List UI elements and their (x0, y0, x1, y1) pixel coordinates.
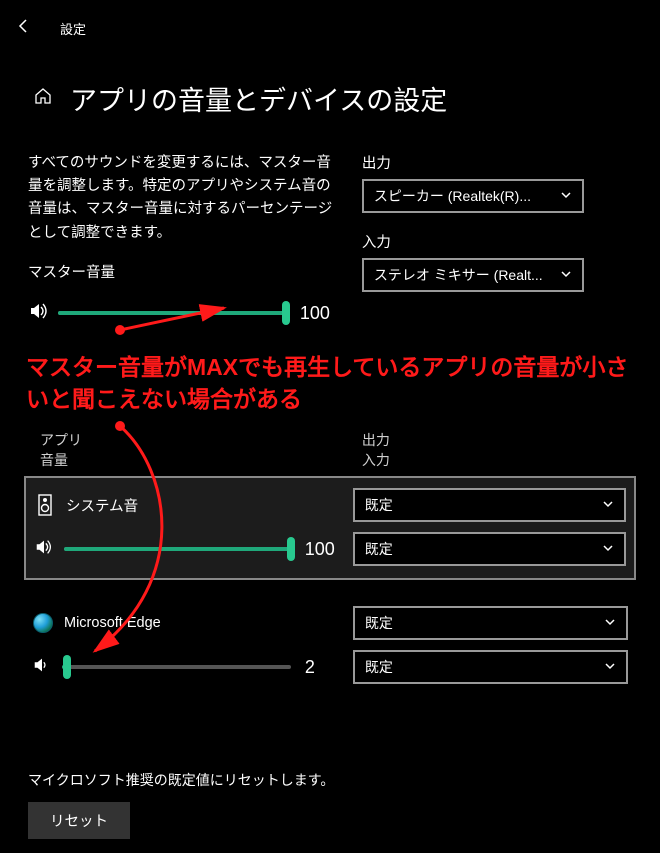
app-input-select[interactable]: 既定 (353, 532, 626, 566)
app-volume-slider[interactable] (62, 665, 291, 669)
app-output-select[interactable]: 既定 (353, 606, 628, 640)
header-title: 設定 (60, 19, 86, 38)
edge-icon (33, 613, 53, 633)
mixer-column-volume: 音量 (40, 451, 362, 471)
chevron-down-icon (560, 189, 572, 204)
app-name: Microsoft Edge (64, 615, 161, 631)
annotation-text: マスター音量がMAXでも再生しているアプリの音量が小さいと聞こえない場合がある (0, 327, 660, 421)
app-input-select[interactable]: 既定 (353, 650, 628, 684)
app-input-selected: 既定 (365, 657, 596, 677)
input-label: 入力 (362, 231, 636, 252)
input-device-selected: ステレオ ミキサー (Realt... (374, 265, 552, 285)
app-output-selected: 既定 (365, 613, 596, 633)
mixer-column-app: アプリ (40, 431, 362, 451)
mixer-column-output: 出力 (362, 431, 636, 451)
input-device-select[interactable]: ステレオ ミキサー (Realt... (362, 258, 584, 292)
app-row: システム音既定100既定 (24, 476, 636, 580)
reset-button[interactable]: リセット (28, 802, 130, 839)
output-device-selected: スピーカー (Realtek(R)... (374, 186, 552, 206)
back-icon[interactable] (16, 18, 32, 39)
chevron-down-icon (604, 616, 616, 631)
app-name: システム音 (66, 495, 138, 516)
system-sound-icon (36, 494, 54, 516)
speaker-icon[interactable] (32, 655, 54, 680)
chevron-down-icon (604, 660, 616, 675)
app-row: Microsoft Edge 既定 2 既定 (24, 596, 636, 696)
output-device-select[interactable]: スピーカー (Realtek(R)... (362, 179, 584, 213)
master-description: すべてのサウンドを変更するには、マスター音量を調整します。特定のアプリやシステム… (28, 152, 338, 245)
chevron-down-icon (560, 268, 572, 283)
chevron-down-icon (602, 498, 614, 513)
output-label: 出力 (362, 152, 636, 173)
app-output-selected: 既定 (365, 495, 594, 515)
speaker-icon[interactable] (28, 300, 50, 327)
app-volume-value: 2 (299, 657, 343, 678)
master-volume-slider[interactable] (58, 311, 286, 315)
speaker-icon[interactable] (34, 537, 56, 562)
app-volume-slider[interactable] (64, 547, 291, 551)
app-volume-value: 100 (299, 539, 343, 560)
app-output-select[interactable]: 既定 (353, 488, 626, 522)
mixer-column-input: 入力 (362, 451, 636, 471)
master-volume-value: 100 (294, 303, 338, 324)
chevron-down-icon (602, 542, 614, 557)
page-title: アプリの音量とデバイスの設定 (70, 79, 447, 118)
app-input-selected: 既定 (365, 539, 594, 559)
reset-description: マイクロソフト推奨の既定値にリセットします。 (28, 770, 334, 790)
master-label: マスター音量 (28, 261, 338, 282)
home-icon[interactable] (34, 87, 52, 110)
